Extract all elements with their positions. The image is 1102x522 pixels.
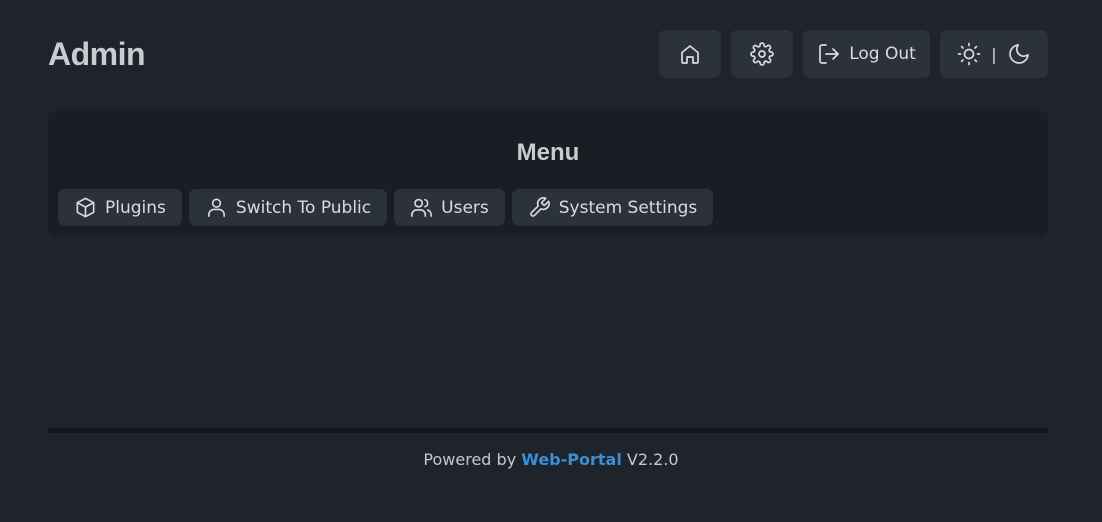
logout-icon — [819, 44, 840, 64]
header-actions: Log Out | — [659, 30, 1048, 78]
home-icon — [681, 45, 699, 64]
admin-page: Admin Log Out | Menu Plugins Switch To P… — [0, 0, 1102, 522]
logout-label: Log Out — [849, 44, 916, 64]
moon-icon — [1008, 44, 1029, 64]
user-icon — [207, 198, 225, 217]
menu-items: Plugins Switch To Public Users System Se… — [58, 189, 714, 226]
web-portal-link[interactable]: Web-Portal — [521, 450, 622, 469]
wrench-icon — [529, 197, 550, 217]
menu-card: Menu Plugins Switch To Public Users Syst… — [48, 111, 1048, 236]
settings-button[interactable] — [731, 30, 793, 78]
page-title: Admin — [48, 35, 146, 72]
logout-button[interactable]: Log Out — [803, 30, 930, 78]
header: Admin Log Out | — [48, 30, 1048, 78]
system-settings-label: System Settings — [558, 197, 698, 218]
footer-divider — [48, 428, 1048, 433]
menu-title: Menu — [516, 139, 580, 166]
footer-prefix: Powered by — [423, 450, 517, 469]
plugins-label: Plugins — [105, 197, 166, 218]
plugins-button[interactable]: Plugins — [58, 189, 182, 226]
users-label: Users — [441, 197, 489, 218]
switch-to-public-button[interactable]: Switch To Public — [188, 189, 388, 226]
home-button[interactable] — [659, 30, 721, 78]
theme-toggle[interactable]: | — [940, 30, 1048, 78]
users-icon — [411, 198, 433, 217]
footer: Powered by Web-Portal V2.2.0 — [0, 450, 1102, 469]
footer-version: V2.2.0 — [626, 450, 679, 469]
sun-icon — [957, 42, 981, 66]
users-button[interactable]: Users — [394, 189, 505, 226]
system-settings-button[interactable]: System Settings — [511, 189, 714, 226]
gear-icon — [750, 42, 774, 66]
theme-separator: | — [991, 44, 997, 64]
box-icon — [76, 197, 95, 218]
switch-to-public-label: Switch To Public — [235, 197, 372, 218]
